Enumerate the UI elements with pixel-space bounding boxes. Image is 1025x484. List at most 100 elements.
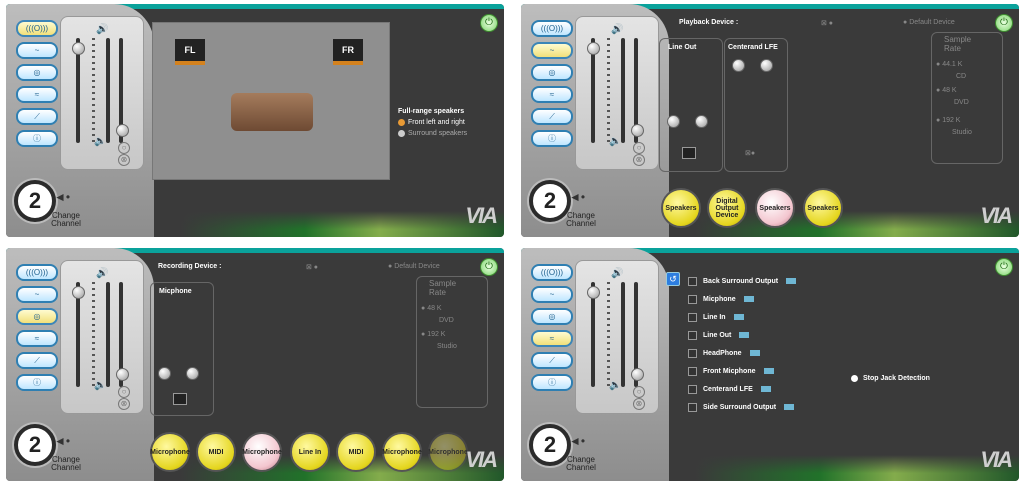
lfe-knob[interactable]	[760, 59, 773, 72]
device-speakers-2[interactable]: Speakers	[755, 188, 795, 228]
speaker-type-title: Full-range speakers	[398, 108, 465, 115]
device-toggle-icon[interactable]: ⊠ ●	[821, 19, 833, 27]
nav-mic-button[interactable]: ◎	[16, 308, 58, 325]
jack-checkbox[interactable]	[688, 348, 697, 358]
jack-row[interactable]: Side Surround Output	[688, 398, 796, 416]
volume-knob[interactable]	[631, 368, 644, 381]
speaker-fl[interactable]: FL	[175, 39, 205, 65]
nav-mixer-button[interactable]: ⟋	[531, 108, 573, 125]
line-out-mute-button[interactable]	[682, 147, 696, 159]
mute-icon[interactable]: ○	[118, 386, 130, 398]
jack-row[interactable]: Centerand LFE	[688, 380, 796, 398]
jack-row[interactable]: Line In	[688, 308, 796, 326]
volume-track[interactable]	[621, 282, 625, 387]
nav-info-button[interactable]: ⓘ	[16, 130, 58, 147]
device-midi-2[interactable]: MIDI	[336, 432, 376, 472]
stop-jack-detection-option[interactable]: Stop Jack Detection	[851, 375, 930, 382]
volume-knob[interactable]	[116, 124, 129, 137]
rate-192-option[interactable]: ● 192 K	[421, 331, 445, 338]
volume-knob[interactable]	[587, 286, 600, 299]
speaker-fr[interactable]: FR	[333, 39, 363, 65]
nav-mic-button[interactable]: ◎	[16, 64, 58, 81]
jack-checkbox[interactable]	[688, 402, 697, 412]
mute-icon[interactable]: ⊗	[118, 398, 130, 410]
line-out-left-knob[interactable]	[667, 115, 680, 128]
volume-knob[interactable]	[72, 286, 85, 299]
rate-48-option[interactable]: ● 48 K	[936, 87, 957, 94]
volume-track[interactable]	[106, 38, 110, 143]
power-icon[interactable]: ⏻	[995, 14, 1013, 32]
nav-mixer-button[interactable]: ⟋	[16, 352, 58, 369]
mute-icon[interactable]: ⊗	[633, 398, 645, 410]
mute-icon[interactable]: ○	[633, 386, 645, 398]
line-out-right-knob[interactable]	[695, 115, 708, 128]
nav-info-button[interactable]: ⓘ	[531, 374, 573, 391]
jack-row[interactable]: Back Surround Output	[688, 272, 797, 290]
device-digital-output[interactable]: Digital Output Device	[707, 188, 747, 228]
jack-checkbox[interactable]	[688, 312, 697, 322]
center-lfe-mute-icon[interactable]: ⊠●	[745, 149, 755, 157]
nav-effect-button[interactable]: ≈	[16, 86, 58, 103]
nav-speaker-button[interactable]: (((O)))	[16, 20, 58, 37]
nav-mic-button[interactable]: ◎	[531, 308, 573, 325]
jack-checkbox[interactable]	[688, 366, 697, 376]
mic-left-knob[interactable]	[158, 367, 171, 380]
nav-effect-button[interactable]: ≈	[531, 330, 573, 347]
jack-row[interactable]: Front Micphone	[688, 362, 796, 380]
nav-eq-button[interactable]: ~	[16, 286, 58, 303]
volume-knob[interactable]	[72, 42, 85, 55]
jack-row[interactable]: HeadPhone	[688, 344, 796, 362]
mute-icon[interactable]: ○	[118, 142, 130, 154]
option-surround[interactable]: Surround speakers	[398, 130, 467, 137]
jack-row[interactable]: Micphone	[688, 290, 796, 308]
nav-mixer-button[interactable]: ⟋	[531, 352, 573, 369]
device-midi-1[interactable]: MIDI	[196, 432, 236, 472]
option-front[interactable]: Front left and right	[398, 119, 467, 126]
nav-effect-button[interactable]: ≈	[531, 86, 573, 103]
device-toggle-icon[interactable]: ⊠ ●	[306, 263, 318, 271]
volume-track[interactable]	[106, 282, 110, 387]
nav-mixer-button[interactable]: ⟋	[16, 108, 58, 125]
mic-mute-button[interactable]	[173, 393, 187, 405]
volume-knob[interactable]	[587, 42, 600, 55]
mic-right-knob[interactable]	[186, 367, 199, 380]
power-icon[interactable]: ⏻	[480, 258, 498, 276]
nav-speaker-button[interactable]: (((O)))	[531, 264, 573, 281]
mute-icon[interactable]: ○	[633, 142, 645, 154]
default-device-option[interactable]: ● Default Device	[903, 19, 955, 26]
device-microphone-2[interactable]: Microphone	[242, 432, 282, 472]
nav-mic-button[interactable]: ◎	[531, 64, 573, 81]
rate-44-option[interactable]: ● 44.1 K	[936, 61, 962, 68]
rate-192-option[interactable]: ● 192 K	[936, 117, 960, 124]
power-icon[interactable]: ⏻	[995, 258, 1013, 276]
jack-row[interactable]: Line Out	[688, 326, 796, 344]
device-line-in[interactable]: Line In	[290, 432, 330, 472]
volume-knob[interactable]	[631, 124, 644, 137]
nav-info-button[interactable]: ⓘ	[531, 130, 573, 147]
device-microphone-4[interactable]: Microphone	[428, 432, 468, 472]
nav-info-button[interactable]: ⓘ	[16, 374, 58, 391]
nav-speaker-button[interactable]: (((O)))	[16, 264, 58, 281]
mute-icon[interactable]: ⊗	[633, 154, 645, 166]
nav-eq-button[interactable]: ~	[531, 42, 573, 59]
jack-checkbox[interactable]	[688, 330, 697, 340]
nav-eq-button[interactable]: ~	[16, 42, 58, 59]
jack-checkbox[interactable]	[688, 294, 697, 304]
nav-effect-button[interactable]: ≈	[16, 330, 58, 347]
device-microphone-3[interactable]: Microphone	[382, 432, 422, 472]
device-speakers-1[interactable]: Speakers	[661, 188, 701, 228]
volume-track[interactable]	[621, 38, 625, 143]
center-knob[interactable]	[732, 59, 745, 72]
nav-eq-button[interactable]: ~	[531, 286, 573, 303]
device-microphone-1[interactable]: Microphone	[150, 432, 190, 472]
rate-48-option[interactable]: ● 48 K	[421, 305, 442, 312]
mute-icon[interactable]: ⊗	[118, 154, 130, 166]
nav-speaker-button[interactable]: (((O)))	[531, 20, 573, 37]
jack-checkbox[interactable]	[688, 384, 697, 394]
refresh-icon[interactable]: ↺	[666, 272, 680, 286]
power-icon[interactable]: ⏻	[480, 14, 498, 32]
jack-checkbox[interactable]	[688, 276, 697, 286]
default-device-option[interactable]: ● Default Device	[388, 263, 440, 270]
volume-knob[interactable]	[116, 368, 129, 381]
device-speakers-3[interactable]: Speakers	[803, 188, 843, 228]
